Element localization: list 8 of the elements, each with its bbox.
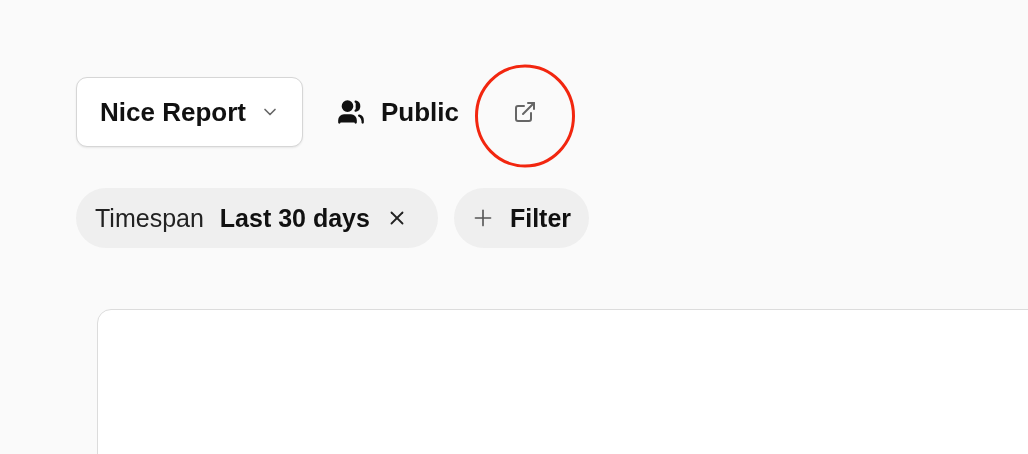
external-link-button[interactable] xyxy=(512,100,537,124)
visibility-button[interactable]: Public xyxy=(336,96,459,128)
filter-chip[interactable]: Timespan Last 30 days xyxy=(76,188,438,248)
add-filter-button[interactable]: Filter xyxy=(453,188,590,248)
report-dropdown[interactable]: Nice Report xyxy=(76,77,303,147)
filter-value: Last 30 days xyxy=(219,203,370,233)
users-icon xyxy=(336,98,365,126)
filter-label: Timespan xyxy=(95,203,204,233)
